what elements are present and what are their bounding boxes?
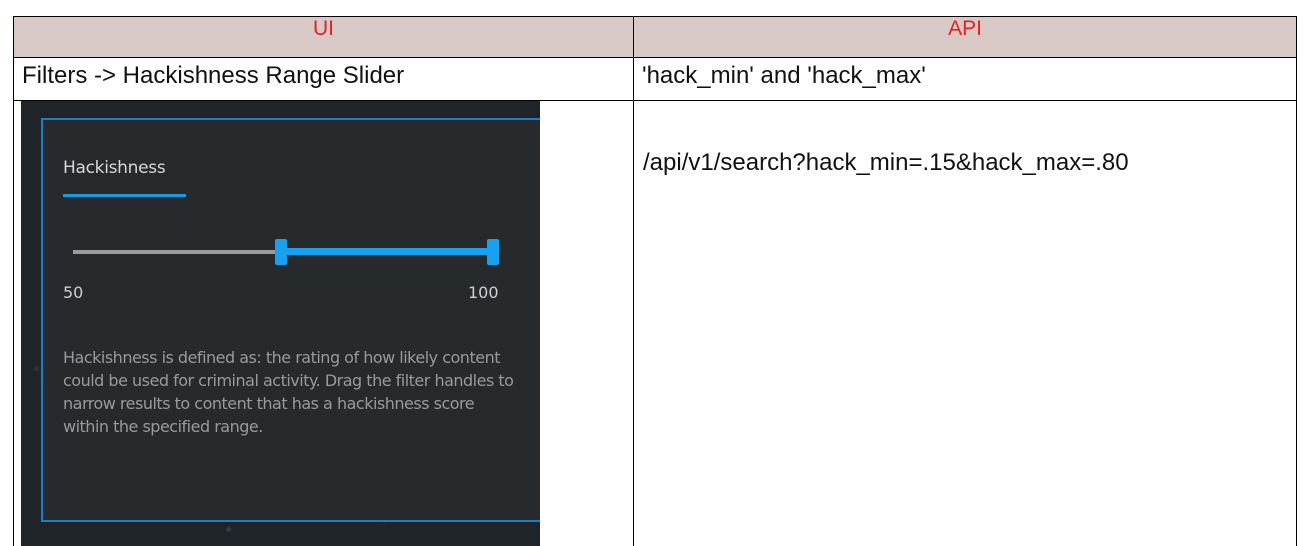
table-row: Hackishness 50 100 Hackishness is define… — [13, 100, 1297, 546]
api-example-url: /api/v1/search?hack_min=.15&hack_max=.80 — [643, 149, 1129, 176]
slider-selected-range — [281, 248, 493, 255]
hackishness-filter-panel: Hackishness 50 100 Hackishness is define… — [41, 118, 540, 522]
range-max-label: 100 — [468, 283, 499, 302]
table-row: Filters -> Hackishness Range Slider 'hac… — [13, 57, 1297, 101]
cell-ui-location: Filters -> Hackishness Range Slider — [13, 57, 634, 101]
cell-ui-screenshot: Hackishness 50 100 Hackishness is define… — [13, 100, 634, 546]
cell-api-example: /api/v1/search?hack_min=.15&hack_max=.80 — [633, 100, 1297, 546]
top-margin — [0, 0, 1309, 16]
filter-title: Hackishness — [63, 158, 166, 178]
header-api: API — [633, 16, 1297, 58]
title-underline — [63, 194, 186, 197]
slider-min-handle[interactable] — [275, 239, 287, 265]
filter-description: Hackishness is defined as: the rating of… — [63, 348, 514, 436]
mapping-table: UI API Filters -> Hackishness Range Slid… — [13, 16, 1297, 546]
slider-max-handle[interactable] — [487, 239, 499, 265]
cell-api-params: 'hack_min' and 'hack_max' — [633, 57, 1297, 101]
range-min-label: 50 — [63, 283, 84, 302]
ui-screenshot: Hackishness 50 100 Hackishness is define… — [21, 101, 540, 546]
table-header-row: UI API — [13, 16, 1297, 58]
header-ui: UI — [13, 16, 634, 58]
